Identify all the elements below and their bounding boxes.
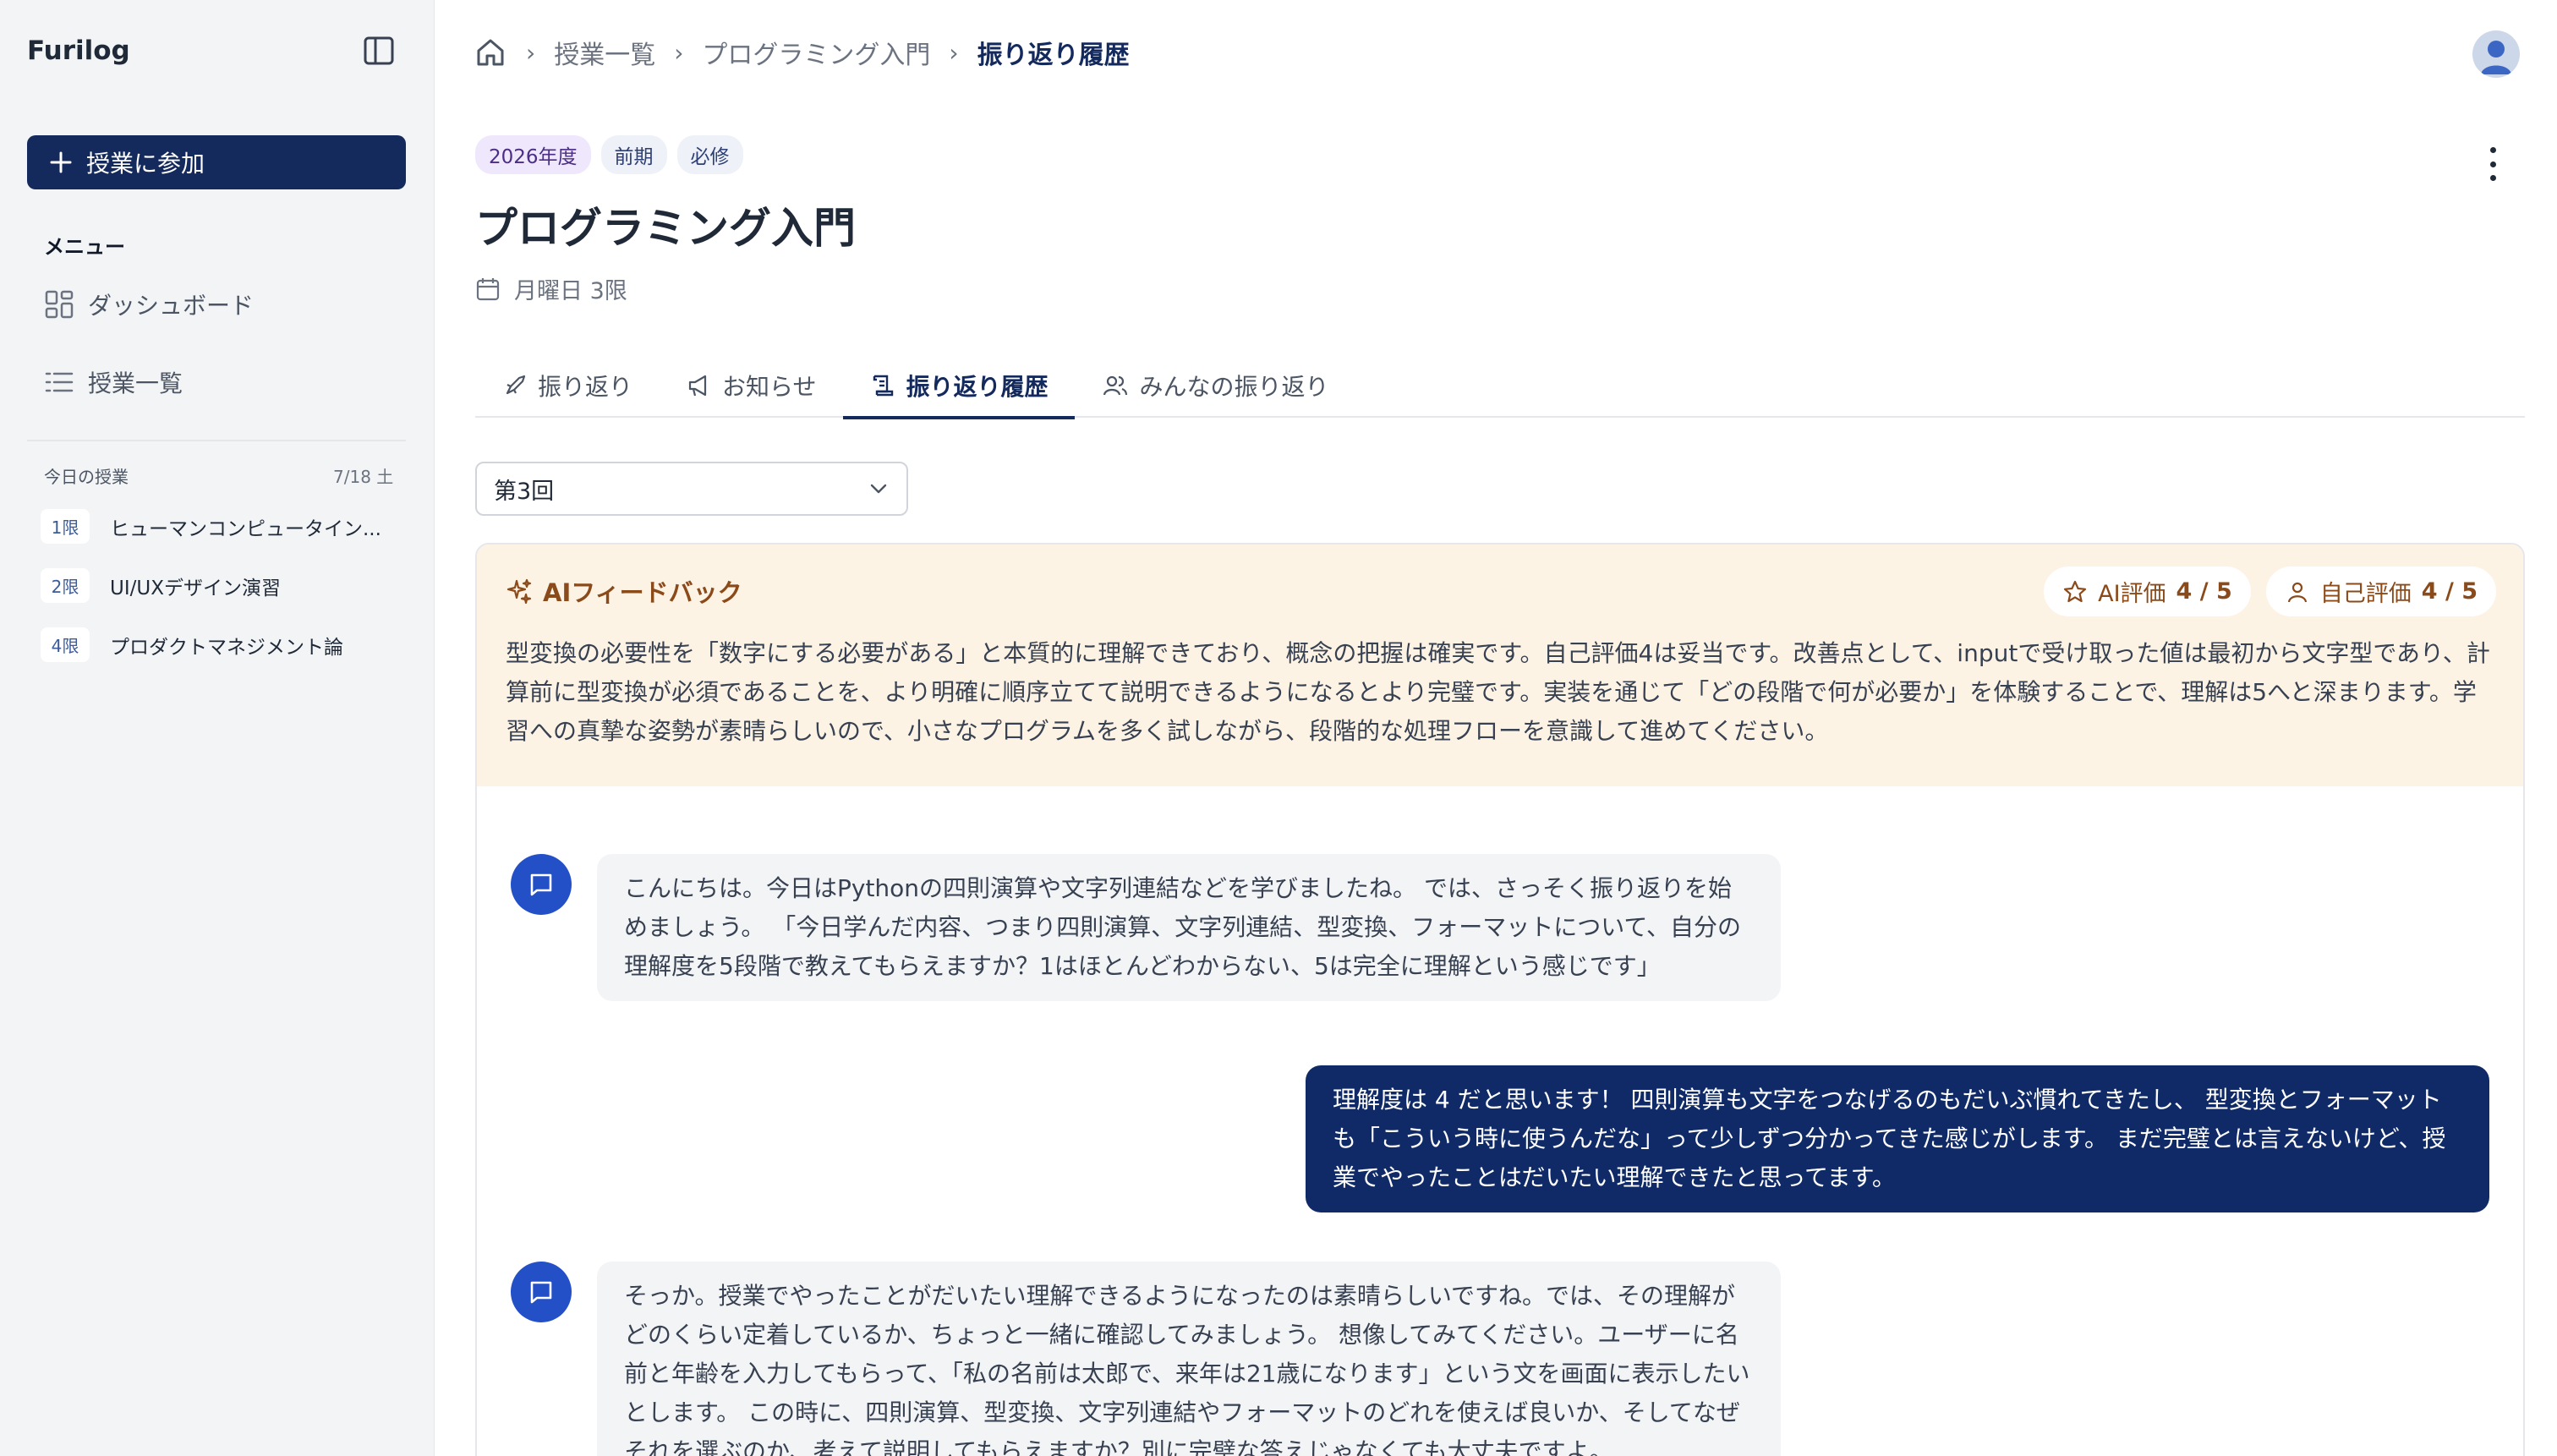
home-icon[interactable] bbox=[474, 36, 507, 69]
join-class-label: 授業に参加 bbox=[86, 150, 205, 178]
history-icon bbox=[873, 375, 894, 397]
join-class-button[interactable]: 授業に参加 bbox=[27, 135, 406, 189]
bot-message-bubble: こんにちは。今日はPythonの四則演算や文字列連結などを学びましたね。 では、… bbox=[597, 854, 1781, 1001]
menu-title: メニュー bbox=[44, 235, 125, 259]
class-name: プロダクトマネジメント論 bbox=[110, 636, 343, 659]
ai-feedback-title-text: AIフィードバック bbox=[543, 578, 742, 607]
reflection-card: AIフィードバック AI評価 4 / 5 自己評価 4 / 5 型変換の必要性を… bbox=[475, 543, 2525, 1456]
period-badge: 2限 bbox=[41, 568, 90, 603]
bot-message: そっか。授業でやったことがだいたい理解できるようになったのは素晴らしいですね。で… bbox=[511, 1262, 1781, 1456]
users-icon bbox=[1103, 375, 1128, 396]
today-classes-title: 今日の授業 bbox=[44, 467, 129, 487]
required-badge: 必修 bbox=[676, 135, 743, 174]
breadcrumb-current: 振り返り履歴 bbox=[977, 41, 1130, 70]
sidebar-divider bbox=[27, 440, 406, 441]
period-badge: 4限 bbox=[41, 627, 90, 662]
tab-reflection-history[interactable]: 振り返り履歴 bbox=[843, 353, 1076, 419]
ai-rating-badge: AI評価 4 / 5 bbox=[2044, 567, 2251, 616]
self-rating-label: 自己評価 bbox=[2319, 581, 2412, 607]
term-badge: 前期 bbox=[600, 135, 667, 174]
self-rating-value: 4 / 5 bbox=[2421, 578, 2478, 605]
chevron-right-icon: › bbox=[526, 38, 536, 67]
ratings: AI評価 4 / 5 自己評価 4 / 5 bbox=[2044, 567, 2496, 616]
tab-label: みんなの振り返り bbox=[1139, 373, 1329, 401]
list-icon bbox=[45, 372, 74, 392]
ai-feedback-panel: AIフィードバック AI評価 4 / 5 自己評価 4 / 5 型変換の必要性を… bbox=[477, 545, 2523, 786]
ai-rating-value: 4 / 5 bbox=[2176, 578, 2232, 605]
class-name: ヒューマンコンピュータイン... bbox=[110, 517, 381, 540]
app-logo: Furilog bbox=[27, 36, 130, 66]
breadcrumb: › 授業一覧 › プログラミング入門 › 振り返り履歴 bbox=[474, 34, 1130, 71]
star-icon bbox=[2063, 580, 2087, 602]
bot-message-bubble: そっか。授業でやったことがだいたい理解できるようになったのは素晴らしいですね。で… bbox=[597, 1262, 1781, 1456]
self-rating-badge: 自己評価 4 / 5 bbox=[2265, 567, 2496, 616]
session-select-value: 第3回 bbox=[494, 478, 555, 505]
session-select[interactable]: 第3回 bbox=[475, 462, 908, 516]
chevron-right-icon: › bbox=[674, 38, 684, 67]
avatar[interactable] bbox=[2472, 30, 2520, 78]
user-avatar-icon bbox=[2481, 41, 2511, 74]
dashboard-icon bbox=[45, 290, 74, 319]
today-class-item[interactable]: 4限 プロダクトマネジメント論 bbox=[41, 627, 397, 662]
sidebar-item-label: ダッシュボード bbox=[88, 292, 255, 320]
tab-label: お知らせ bbox=[722, 373, 817, 401]
tab-bar: 振り返り お知らせ 振り返り履歴 みんなの振り返り bbox=[475, 353, 2525, 419]
user-message-bubble: 理解度は 4 だと思います！ 四則演算も文字をつなげるのもだいぶ慣れてきたし、 … bbox=[1306, 1065, 2489, 1212]
sidebar-item-classes[interactable]: 授業一覧 bbox=[44, 365, 183, 399]
more-options-icon[interactable] bbox=[2484, 147, 2501, 181]
ai-feedback-text: 型変換の必要性を「数字にする必要がある」と本質的に理解できており、概念の把握は確… bbox=[506, 639, 2490, 745]
calendar-icon bbox=[476, 277, 500, 300]
sidebar-toggle-icon[interactable] bbox=[362, 34, 396, 68]
sidebar-item-dashboard[interactable]: ダッシュボード bbox=[44, 287, 254, 321]
page-title: プログラミング入門 bbox=[475, 204, 856, 253]
plus-icon bbox=[50, 151, 72, 173]
sidebar-item-label: 授業一覧 bbox=[88, 369, 183, 397]
user-message: 理解度は 4 だと思います！ 四則演算も文字をつなげるのもだいぶ慣れてきたし、 … bbox=[1306, 1065, 2489, 1212]
tab-announcements[interactable]: お知らせ bbox=[660, 353, 843, 418]
breadcrumb-link[interactable]: プログラミング入門 bbox=[702, 34, 930, 71]
course-badges: 2026年度 前期 必修 bbox=[475, 135, 743, 174]
rocket-icon bbox=[506, 375, 526, 395]
schedule-text: 月曜日 3限 bbox=[514, 278, 627, 304]
tab-reflection[interactable]: 振り返り bbox=[475, 353, 660, 418]
course-schedule: 月曜日 3限 bbox=[475, 272, 627, 305]
class-name: UI/UXデザイン演習 bbox=[110, 577, 281, 599]
today-date: 7/18 土 bbox=[333, 467, 394, 487]
bot-message: こんにちは。今日はPythonの四則演算や文字列連結などを学びましたね。 では、… bbox=[511, 854, 1781, 1001]
chat-bot-icon bbox=[511, 1262, 572, 1322]
breadcrumb-link[interactable]: 授業一覧 bbox=[554, 34, 655, 71]
tab-label: 振り返り bbox=[538, 373, 633, 401]
tab-everyone-reflections[interactable]: みんなの振り返り bbox=[1075, 353, 1355, 418]
year-badge: 2026年度 bbox=[475, 135, 591, 174]
today-class-item[interactable]: 1限 ヒューマンコンピュータイン... bbox=[41, 509, 397, 544]
chat-bot-icon bbox=[511, 854, 572, 915]
user-icon bbox=[2287, 582, 2307, 602]
chevron-down-icon bbox=[870, 484, 887, 494]
period-badge: 1限 bbox=[41, 509, 90, 544]
megaphone-icon bbox=[688, 375, 707, 397]
sparkles-icon bbox=[506, 578, 532, 605]
sidebar: Furilog 授業に参加 メニュー ダッシュボード 授業一覧 今日の授業 7/… bbox=[0, 0, 435, 1456]
tab-label: 振り返り履歴 bbox=[906, 373, 1049, 401]
today-class-item[interactable]: 2限 UI/UXデザイン演習 bbox=[41, 568, 397, 603]
chevron-right-icon: › bbox=[949, 38, 959, 67]
ai-rating-label: AI評価 bbox=[2098, 581, 2166, 607]
